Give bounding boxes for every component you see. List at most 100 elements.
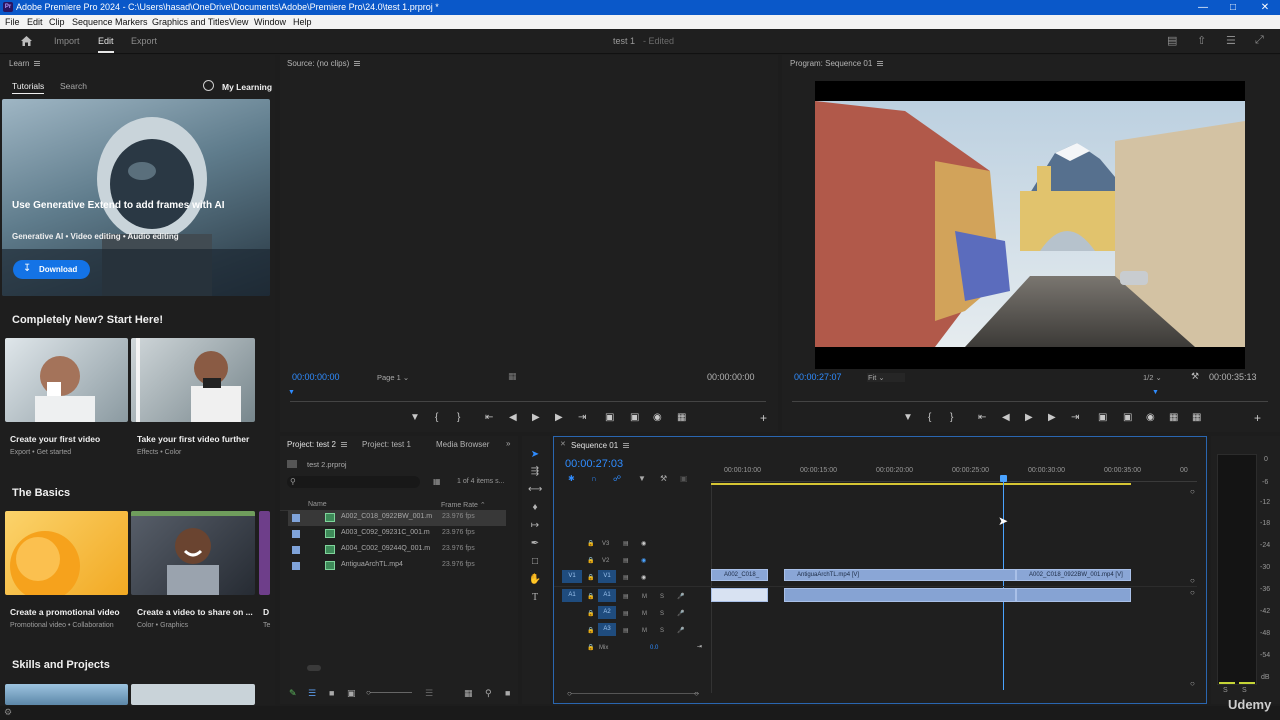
card-title-first-video[interactable]: Create your first video bbox=[10, 434, 100, 444]
sync-lock-icon[interactable]: ▤ bbox=[623, 610, 629, 617]
lock-icon[interactable]: 🔒 bbox=[587, 593, 594, 600]
sort-icon[interactable]: ☰ bbox=[425, 688, 433, 699]
step-forward-icon[interactable]: ▶ bbox=[1048, 412, 1056, 423]
card-title-third[interactable]: D bbox=[263, 607, 269, 617]
label-color-swatch[interactable] bbox=[292, 530, 300, 538]
card-thumb-share[interactable] bbox=[131, 511, 255, 595]
tab-export[interactable]: Export bbox=[131, 36, 157, 46]
solo-button[interactable]: S bbox=[660, 628, 664, 634]
menu-clip[interactable]: Clip bbox=[49, 15, 65, 29]
lock-icon[interactable]: 🔒 bbox=[587, 644, 594, 651]
track-name-a2[interactable]: A2 bbox=[598, 606, 616, 619]
pen-tool-icon[interactable]: ✒ bbox=[528, 538, 542, 550]
project-item-row[interactable]: AntiguaArchTL.mp4 23.976 fps bbox=[288, 558, 506, 574]
audio-clip[interactable] bbox=[711, 588, 768, 602]
card-thumb-promo[interactable] bbox=[5, 511, 128, 595]
share-icon[interactable]: ⇧ bbox=[1197, 34, 1206, 47]
work-area-bar[interactable] bbox=[711, 483, 1131, 485]
scroll-handle-right[interactable]: ○ bbox=[694, 689, 699, 698]
maximize-icon[interactable]: □ bbox=[1218, 0, 1248, 15]
settings-wrench-icon[interactable]: ⚒ bbox=[1191, 371, 1199, 382]
card-thumb-skills-2[interactable] bbox=[131, 684, 255, 705]
nest-icon[interactable]: ✱ bbox=[568, 474, 575, 483]
export-frame-icon[interactable]: ◉ bbox=[653, 412, 662, 423]
program-video-frame[interactable] bbox=[815, 81, 1245, 369]
list-view-icon[interactable]: ☰ bbox=[308, 688, 316, 699]
card-title-promo[interactable]: Create a promotional video bbox=[10, 607, 120, 617]
mark-in-icon[interactable]: { bbox=[435, 412, 438, 423]
add-marker-icon[interactable]: ▼ bbox=[638, 474, 646, 483]
solo-right-button[interactable]: S bbox=[1242, 687, 1247, 694]
add-marker-icon[interactable]: ▼ bbox=[410, 412, 420, 423]
solo-left-button[interactable]: S bbox=[1223, 687, 1228, 694]
more-panels-icon[interactable]: » bbox=[506, 439, 510, 448]
sequence-tab[interactable]: Sequence 01 bbox=[571, 441, 630, 450]
step-back-icon[interactable]: ◀ bbox=[509, 412, 517, 423]
new-bin-icon[interactable]: ▦ bbox=[433, 477, 441, 486]
tab-import[interactable]: Import bbox=[54, 36, 80, 46]
label-color-swatch[interactable] bbox=[292, 514, 300, 522]
go-to-in-icon[interactable]: ⇤ bbox=[978, 412, 986, 423]
hero-tutorial-card[interactable]: Use Generative Extend to add frames with… bbox=[2, 99, 270, 296]
menu-help[interactable]: Help bbox=[293, 15, 312, 29]
panel-menu-icon[interactable] bbox=[877, 61, 884, 67]
card-thumb-further[interactable] bbox=[131, 338, 255, 422]
project-search-input[interactable] bbox=[287, 476, 420, 488]
video-clip[interactable]: AntiguaArchTL.mp4 [V] bbox=[784, 569, 1016, 581]
button-editor-icon[interactable]: ▦ bbox=[1192, 412, 1201, 423]
vertical-scroll-handle[interactable]: ○ bbox=[1190, 679, 1195, 688]
video-clip[interactable]: A002_C018_0922BW_001.mp4 [V] bbox=[1016, 569, 1131, 581]
sync-lock-icon[interactable]: ▤ bbox=[623, 540, 629, 547]
panel-menu-icon[interactable] bbox=[354, 61, 361, 67]
rectangle-tool-icon[interactable]: □ bbox=[528, 556, 542, 568]
column-name[interactable]: Name bbox=[308, 501, 327, 508]
find-icon[interactable]: ⚲ bbox=[485, 688, 492, 699]
mic-icon[interactable]: 🎤 bbox=[677, 593, 684, 600]
captions-icon[interactable]: ▣ bbox=[680, 474, 688, 483]
sync-lock-icon[interactable]: ▤ bbox=[623, 574, 629, 581]
card-thumb-skills-1[interactable] bbox=[5, 684, 128, 705]
add-button-icon[interactable]: + bbox=[1254, 411, 1261, 425]
go-to-out-icon[interactable]: ⇥ bbox=[578, 412, 586, 423]
ripple-edit-icon[interactable]: ⟷ bbox=[528, 484, 542, 496]
pencil-icon[interactable]: ✎ bbox=[289, 688, 297, 699]
column-frame-rate[interactable]: Frame Rate ⌃ bbox=[441, 501, 486, 509]
mark-in-icon[interactable]: { bbox=[928, 412, 931, 423]
mic-icon[interactable]: 🎤 bbox=[677, 610, 684, 617]
export-frame-icon[interactable]: ◉ bbox=[1146, 412, 1155, 423]
card-thumb-third[interactable] bbox=[259, 511, 270, 595]
go-to-end-icon[interactable]: ⇥ bbox=[697, 643, 702, 650]
source-page-select[interactable]: Page 1 ⌄ bbox=[377, 373, 409, 382]
button-editor-icon[interactable]: ▦ bbox=[677, 412, 686, 423]
track-select-icon[interactable]: ⇶ bbox=[528, 466, 542, 478]
go-to-out-icon[interactable]: ⇥ bbox=[1071, 412, 1079, 423]
menu-window[interactable]: Window bbox=[254, 15, 286, 29]
go-to-in-icon[interactable]: ⇤ bbox=[485, 412, 493, 423]
sync-lock-icon[interactable]: ▤ bbox=[623, 627, 629, 634]
track-name-a3[interactable]: A3 bbox=[598, 623, 616, 636]
source-playhead[interactable]: ▼ bbox=[288, 389, 295, 396]
extract-icon[interactable]: ▣ bbox=[1123, 412, 1132, 423]
home-icon[interactable] bbox=[20, 35, 33, 47]
audio-clip[interactable] bbox=[1016, 588, 1131, 602]
step-forward-icon[interactable]: ▶ bbox=[555, 412, 563, 423]
timeline-timecode[interactable]: 00:00:27:03 bbox=[565, 458, 623, 470]
menu-edit[interactable]: Edit bbox=[27, 15, 43, 29]
lift-icon[interactable]: ▣ bbox=[1098, 412, 1107, 423]
my-learning-link[interactable]: My Learning bbox=[222, 82, 272, 92]
scroll-handle-left[interactable]: ○ bbox=[567, 689, 572, 698]
timeline-zoom-scrollbar[interactable] bbox=[571, 693, 699, 694]
new-bin-icon[interactable]: ■ bbox=[505, 688, 510, 698]
minimize-icon[interactable]: — bbox=[1188, 0, 1218, 15]
project-scrollbar[interactable] bbox=[307, 665, 321, 671]
lock-icon[interactable]: 🔒 bbox=[587, 540, 594, 547]
solo-button[interactable]: S bbox=[660, 594, 664, 600]
tab-edit[interactable]: Edit bbox=[98, 36, 114, 53]
label-color-swatch[interactable] bbox=[292, 546, 300, 554]
card-title-further[interactable]: Take your first video further bbox=[137, 434, 249, 444]
menu-view[interactable]: View bbox=[229, 15, 248, 29]
type-tool-icon[interactable]: T bbox=[528, 592, 542, 604]
menu-markers[interactable]: Markers bbox=[115, 15, 148, 29]
timeline-settings-icon[interactable]: ⚒ bbox=[660, 474, 667, 483]
insert-icon[interactable]: ▣ bbox=[605, 412, 614, 423]
